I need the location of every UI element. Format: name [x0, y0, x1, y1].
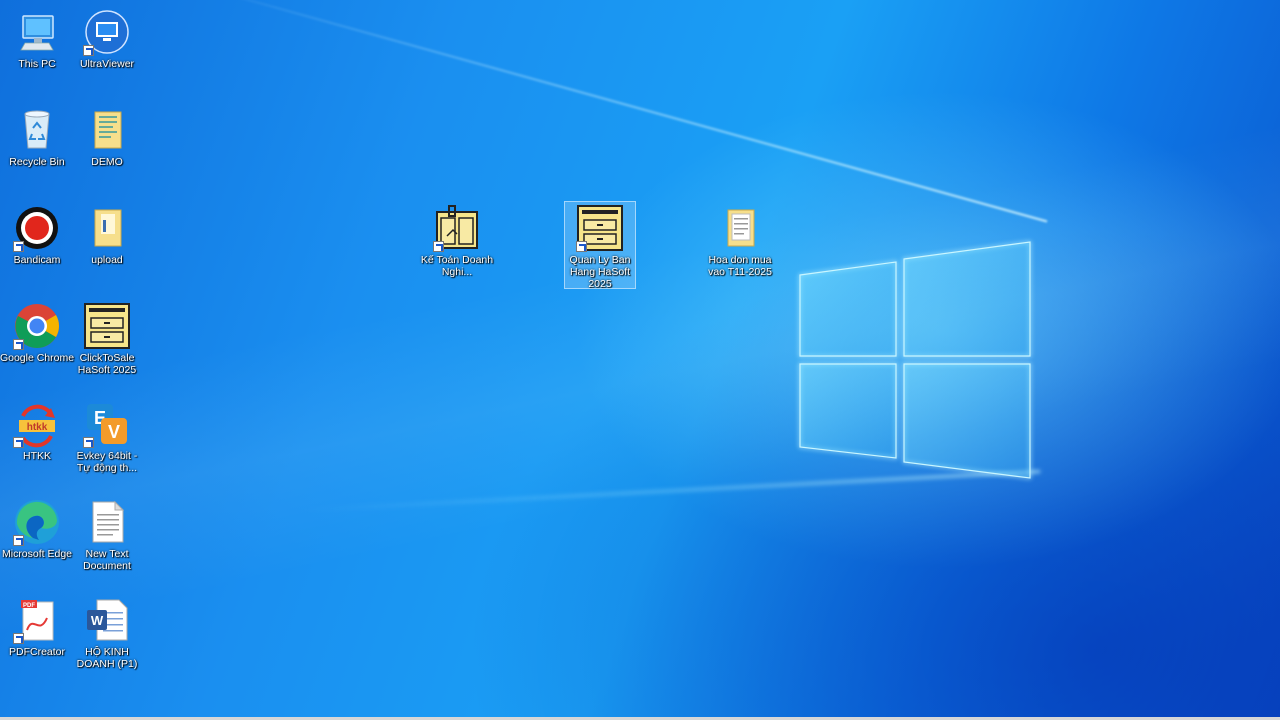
icon-label: PDFCreator	[8, 646, 65, 658]
desktop-icon-clicktosale[interactable]: ClickToSale HaSoft 2025	[72, 300, 142, 376]
icon-label: upload	[91, 254, 123, 266]
icon-label: Kế Toán Doanh Nghi...	[420, 254, 494, 278]
icon-label: Hoa don mua vao T11-2025	[708, 254, 772, 278]
svg-text:htkk: htkk	[27, 422, 48, 433]
chrome-icon	[13, 302, 61, 350]
light-beam-top	[179, 0, 1048, 223]
text-file-icon	[83, 498, 131, 546]
icon-label: New Text Document	[83, 548, 131, 572]
bandicam-icon	[13, 204, 61, 252]
desktop-icon-quan-ly-ban-hang[interactable]: Quan Ly Ban Hang HaSoft 2025	[564, 201, 636, 290]
icon-label: UltraViewer	[79, 58, 135, 70]
cabinet-icon	[576, 204, 624, 252]
folder-icon	[716, 204, 764, 252]
icon-label: This PC	[18, 58, 56, 70]
folder-icon	[83, 204, 131, 252]
desktop-icon-hoa-don-mua-vao[interactable]: Hoa don mua vao T11-2025	[705, 202, 775, 278]
htkk-icon: htkk	[13, 400, 61, 448]
edge-icon	[13, 498, 61, 546]
icon-label: Bandicam	[13, 254, 61, 266]
desktop-icon-recycle-bin[interactable]: Recycle Bin	[2, 104, 72, 168]
icon-label: Evkey 64bit - Tự động th...	[76, 450, 138, 474]
folder-icon	[83, 106, 131, 154]
windows-logo	[799, 240, 1031, 480]
desktop-wallpaper: This PC Recycle Bin Bandicam Google Chro…	[0, 0, 1280, 720]
computer-icon	[13, 8, 61, 56]
svg-text:PDF: PDF	[23, 603, 35, 609]
ultraviewer-icon	[83, 8, 131, 56]
desktop-icon-upload[interactable]: upload	[72, 202, 142, 266]
desktop-icon-htkk[interactable]: htkk HTKK	[2, 398, 72, 462]
light-fan	[0, 0, 1280, 720]
desktop-icon-ultraviewer[interactable]: UltraViewer	[72, 6, 142, 70]
icon-label: Google Chrome	[0, 352, 75, 364]
icon-label: HTKK	[22, 450, 51, 462]
icon-label: ClickToSale HaSoft 2025	[77, 352, 137, 376]
desktop-icon-new-text-document[interactable]: New Text Document	[72, 496, 142, 572]
desktop-icon-google-chrome[interactable]: Google Chrome	[0, 300, 75, 364]
desktop-icon-ho-kinh-doanh[interactable]: W HỘ KINH DOANH (P1)	[72, 594, 142, 670]
desktop-icon-this-pc[interactable]: This PC	[2, 6, 72, 70]
light-beam-bottom	[301, 470, 1041, 512]
word-document-icon: W	[83, 596, 131, 644]
desktop-icon-bandicam[interactable]: Bandicam	[2, 202, 72, 266]
evkey-icon: E V	[83, 400, 131, 448]
icon-label: Microsoft Edge	[1, 548, 73, 560]
recycle-bin-icon	[13, 106, 61, 154]
icon-label: DEMO	[91, 156, 123, 168]
pdf-icon: PDF	[13, 596, 61, 644]
desktop-icon-pdfcreator[interactable]: PDF PDFCreator	[2, 594, 72, 658]
icon-label: Recycle Bin	[9, 156, 65, 168]
desktop-icon-ke-toan-doanh-nghiep[interactable]: Kế Toán Doanh Nghi...	[420, 202, 494, 278]
accounting-app-icon	[433, 204, 481, 252]
svg-text:V: V	[108, 422, 120, 442]
desktop-icon-demo[interactable]: DEMO	[72, 104, 142, 168]
icon-label: Quan Ly Ban Hang HaSoft 2025	[569, 254, 631, 290]
desktop-icon-microsoft-edge[interactable]: Microsoft Edge	[2, 496, 72, 560]
svg-text:W: W	[91, 613, 104, 628]
icon-label: HỘ KINH DOANH (P1)	[76, 646, 138, 670]
cabinet-icon	[83, 302, 131, 350]
desktop-icon-evkey[interactable]: E V Evkey 64bit - Tự động th...	[72, 398, 142, 474]
